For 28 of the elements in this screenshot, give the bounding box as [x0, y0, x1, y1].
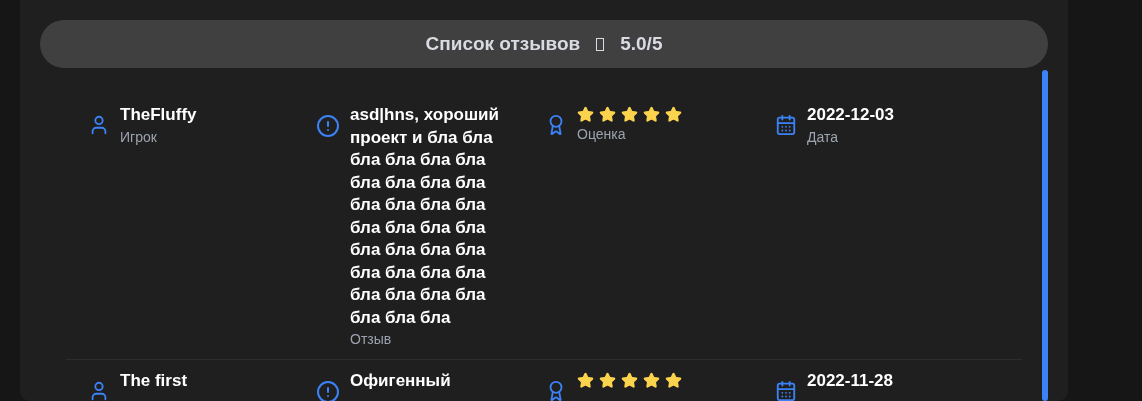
- review-label: Отзыв: [350, 330, 393, 349]
- star-icon: [577, 371, 594, 389]
- alert-icon: [316, 380, 340, 401]
- star-icon: [621, 371, 638, 389]
- star-icon: [665, 371, 682, 389]
- player-name: TheFluffy: [120, 104, 197, 126]
- star-icon: [665, 105, 682, 123]
- player-name: The first: [120, 370, 188, 392]
- review-date: 2022-11-28: [807, 370, 894, 392]
- star-icon: [621, 105, 638, 123]
- review-text: asd|hns, хороший проект и бла бла бла бла бла бла бла бла бла бла бла бла бла бла бла бла бла бла бла бла бла бла бла бла бла бла бла бла бла бла бла бла бла: [350, 104, 500, 329]
- header-title: Список отзывов: [425, 33, 581, 55]
- calendar-icon: [775, 114, 797, 136]
- scrollbar[interactable]: [1042, 70, 1048, 401]
- rating-label: Оценка: [577, 125, 627, 144]
- calendar-icon: [775, 380, 797, 401]
- alert-icon: [316, 114, 340, 138]
- date-label: Дата: [807, 127, 839, 147]
- average-rating: 5.0/5: [620, 33, 663, 55]
- review-date: 2022-12-03: [807, 104, 894, 126]
- player-label: Игрок: [120, 127, 158, 147]
- star-icon: [643, 371, 660, 389]
- missing-glyph-icon: [596, 37, 605, 51]
- star-icon: [643, 105, 660, 123]
- star-icon: [599, 371, 616, 389]
- review-text: Офигенный: [350, 370, 452, 392]
- star-icon: [577, 105, 594, 123]
- star-icon: [599, 105, 616, 123]
